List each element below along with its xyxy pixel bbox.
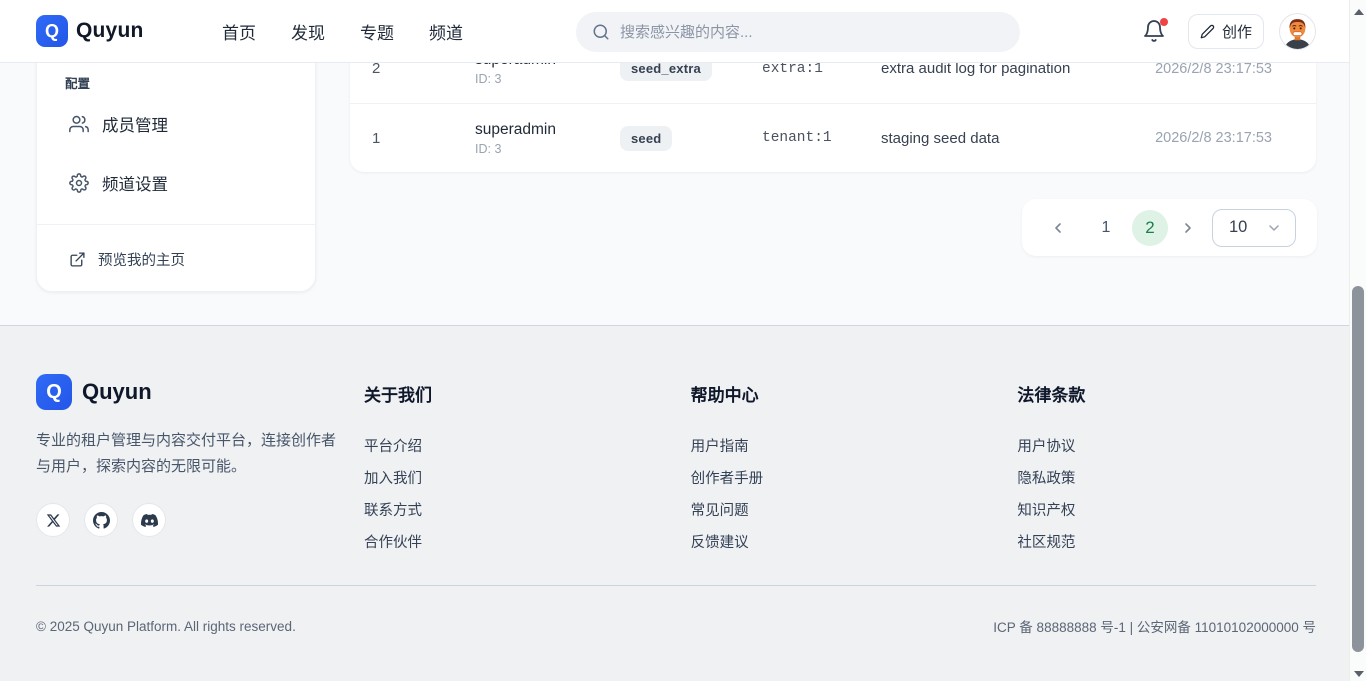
action-badge: seed: [620, 126, 672, 151]
footer-link[interactable]: 隐私政策: [1017, 463, 1316, 495]
footer-socials: [36, 503, 336, 537]
footer-column-title: 帮助中心: [691, 381, 990, 406]
sidebar-section-label: 配置: [65, 73, 90, 92]
page-button-active[interactable]: 2: [1132, 210, 1168, 246]
footer-link[interactable]: 平台介绍: [364, 431, 663, 463]
scroll-down-arrow-icon[interactable]: [1354, 671, 1364, 677]
row-action: seed: [620, 126, 762, 151]
footer-link[interactable]: 创作者手册: [691, 463, 990, 495]
table-row[interactable]: 1 superadmin ID: 3 seed tenant:1 staging…: [350, 103, 1316, 172]
nav-item-2[interactable]: 专题: [360, 19, 396, 44]
scroll-up-arrow-icon[interactable]: [1354, 9, 1364, 15]
footer-column-title: 关于我们: [364, 381, 663, 406]
sidebar-item-label: 成员管理: [102, 112, 168, 136]
footer-brand-logo-icon: Q: [36, 374, 72, 410]
row-username: superadmin: [475, 121, 620, 139]
chevron-down-icon: [1266, 220, 1282, 236]
user-avatar[interactable]: [1279, 13, 1316, 50]
search-input[interactable]: [620, 24, 980, 41]
footer-brand-column: Q Quyun 专业的租户管理与内容交付平台，连接创作者与用户，探索内容的无限可…: [36, 374, 336, 559]
discord-icon: [141, 512, 158, 529]
x-social-button[interactable]: [36, 503, 70, 537]
footer-brand-name: Quyun: [82, 379, 152, 405]
row-user-id: ID: 3: [475, 72, 620, 86]
notifications-button[interactable]: [1142, 19, 1168, 45]
chevron-left-icon: [1050, 220, 1066, 236]
search-bar[interactable]: [576, 12, 1020, 52]
github-icon: [93, 512, 110, 529]
next-page-button[interactable]: [1176, 210, 1200, 246]
vertical-scrollbar[interactable]: [1349, 0, 1366, 681]
brand-name[interactable]: Quyun: [76, 19, 144, 43]
settings-sidebar: 配置 成员管理 频道设置 预览我的主页: [36, 44, 316, 292]
pagination-bar: 12 10: [1022, 199, 1317, 256]
preview-homepage-link[interactable]: 预览我的主页: [49, 237, 303, 281]
row-target: tenant:1: [762, 130, 881, 146]
prev-page-button[interactable]: [1046, 210, 1070, 246]
footer-link[interactable]: 社区规范: [1017, 527, 1316, 559]
icp-text: ICP 备 88888888 号-1 | 公安网备 11010102000000…: [993, 616, 1316, 636]
footer-link[interactable]: 反馈建议: [691, 527, 990, 559]
footer-link-column: 帮助中心 用户指南创作者手册常见问题反馈建议: [691, 374, 990, 559]
footer-column-title: 法律条款: [1017, 381, 1316, 406]
footer-link[interactable]: 加入我们: [364, 463, 663, 495]
notification-dot: [1160, 18, 1168, 26]
nav-item-1[interactable]: 发现: [291, 19, 327, 44]
brand-logo-icon[interactable]: Q: [36, 15, 68, 47]
page-button[interactable]: 1: [1088, 210, 1124, 246]
sidebar-item-label: 频道设置: [102, 171, 168, 195]
github-social-button[interactable]: [84, 503, 118, 537]
footer-link-column: 关于我们 平台介绍加入我们联系方式合作伙伴: [364, 374, 663, 559]
row-id: 1: [372, 130, 475, 147]
create-button-label: 创作: [1222, 21, 1252, 42]
scrollbar-thumb[interactable]: [1352, 286, 1364, 652]
discord-social-button[interactable]: [132, 503, 166, 537]
footer-link[interactable]: 常见问题: [691, 495, 990, 527]
row-description: staging seed data: [881, 130, 1155, 147]
sidebar-divider: [37, 224, 315, 225]
footer-divider: [36, 585, 1316, 586]
create-button[interactable]: 创作: [1188, 14, 1264, 49]
pencil-icon: [1200, 24, 1215, 39]
footer-link[interactable]: 知识产权: [1017, 495, 1316, 527]
footer-description: 专业的租户管理与内容交付平台，连接创作者与用户，探索内容的无限可能。: [36, 428, 336, 479]
page-size-select[interactable]: 10: [1212, 209, 1296, 247]
nav-item-3[interactable]: 频道: [429, 19, 465, 44]
main-nav: 首页 发现 专题 频道: [222, 0, 465, 63]
footer-link[interactable]: 合作伙伴: [364, 527, 663, 559]
copyright-text: © 2025 Quyun Platform. All rights reserv…: [36, 619, 296, 634]
external-link-icon: [69, 251, 86, 268]
page-footer: Q Quyun 专业的租户管理与内容交付平台，连接创作者与用户，探索内容的无限可…: [0, 325, 1366, 681]
footer-link[interactable]: 用户指南: [691, 431, 990, 463]
x-icon: [46, 513, 61, 528]
row-user-id: ID: 3: [475, 142, 620, 156]
gear-icon: [69, 173, 89, 193]
page-size-value: 10: [1229, 218, 1247, 237]
sidebar-item-channel-settings[interactable]: 频道设置: [49, 161, 303, 205]
footer-link[interactable]: 用户协议: [1017, 431, 1316, 463]
row-timestamp: 2026/2/8 23:17:53: [1155, 130, 1272, 146]
chevron-right-icon: [1180, 220, 1196, 236]
footer-link[interactable]: 联系方式: [364, 495, 663, 527]
sidebar-item-members[interactable]: 成员管理: [49, 102, 303, 146]
nav-item-0[interactable]: 首页: [222, 19, 258, 44]
top-navbar: Q Quyun 首页 发现 专题 频道 创作: [0, 0, 1366, 63]
users-icon: [69, 114, 89, 134]
search-icon: [592, 23, 610, 41]
footer-link-column: 法律条款 用户协议隐私政策知识产权社区规范: [1017, 374, 1316, 559]
preview-homepage-label: 预览我的主页: [98, 249, 185, 270]
row-user: superadmin ID: 3: [475, 121, 620, 156]
